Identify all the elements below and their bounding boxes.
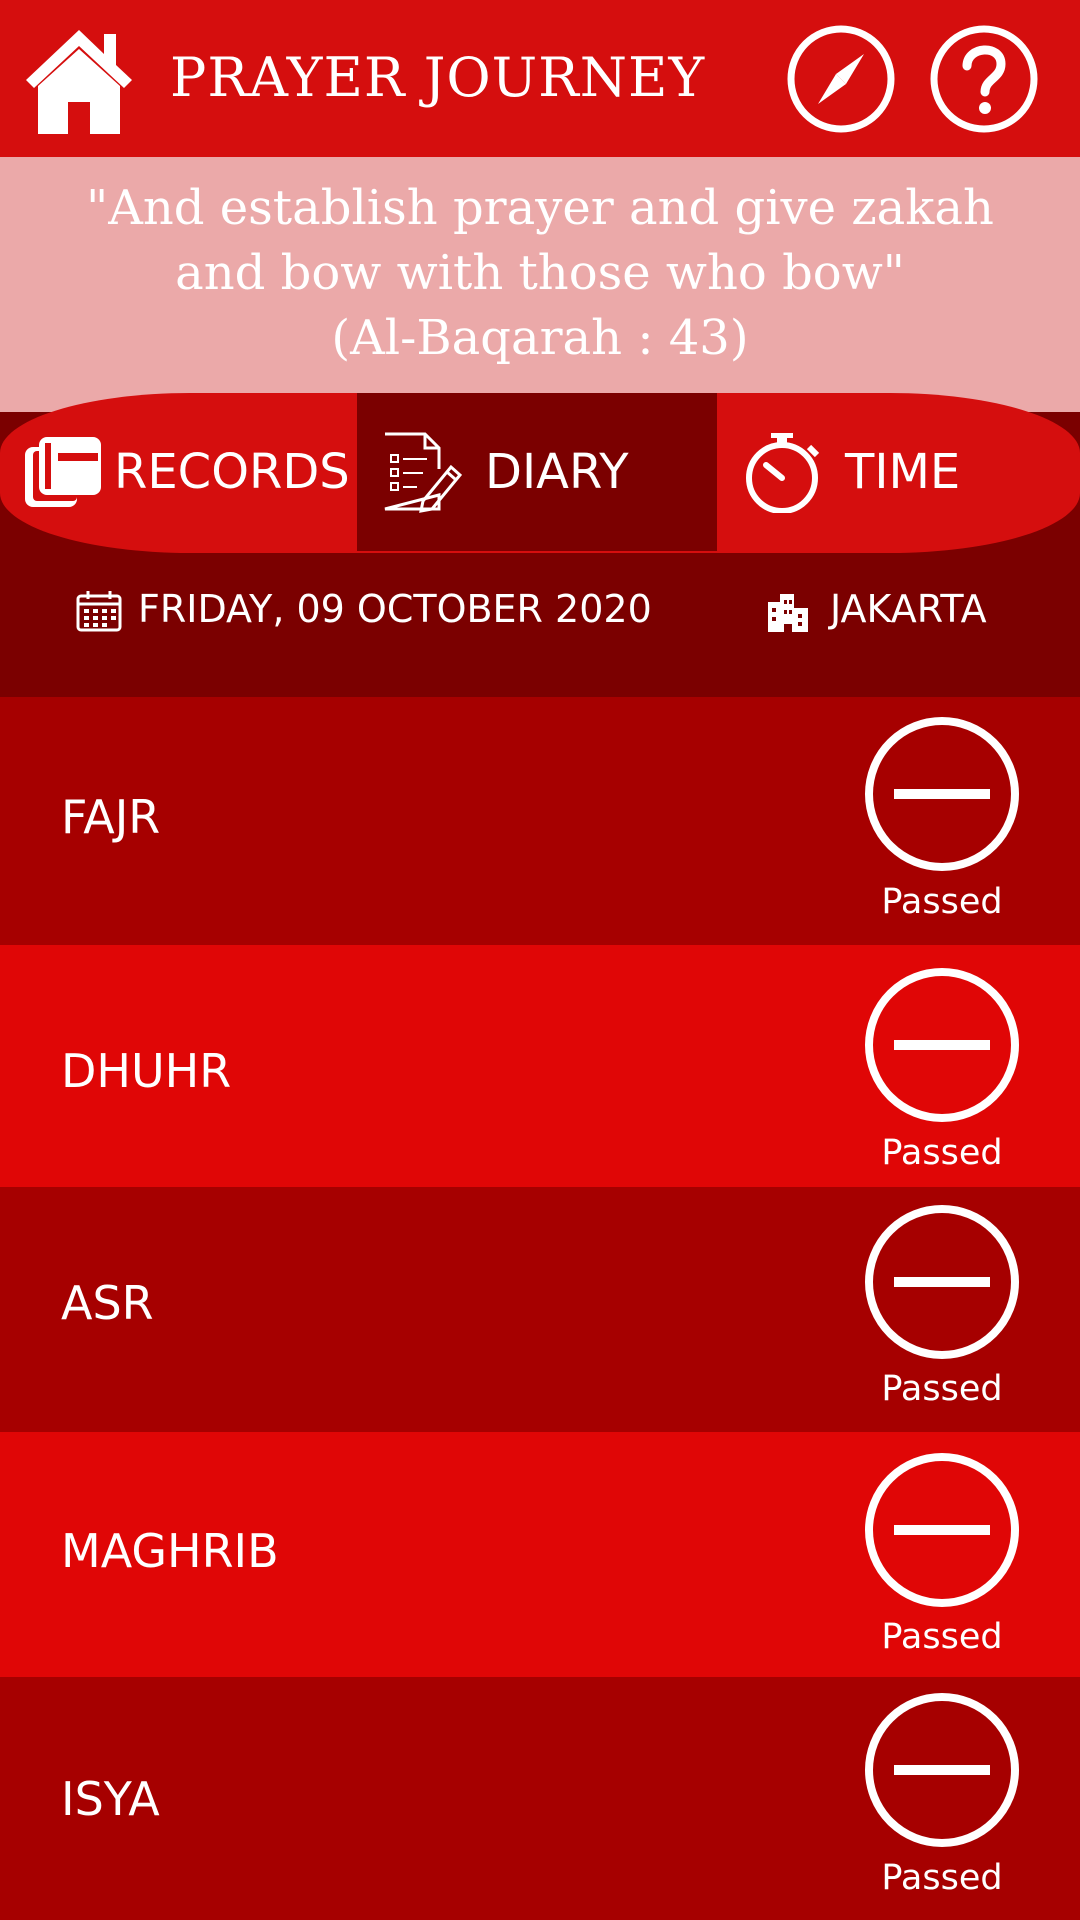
prayer-name: ASR [61, 1276, 154, 1330]
tab-records[interactable]: RECORDS [0, 393, 357, 551]
compass-icon [787, 25, 895, 133]
verse-reference: (Al-Baqarah : 43) [331, 310, 749, 366]
prayer-name: MAGHRIB [61, 1524, 279, 1578]
current-date: FRIDAY, 09 OCTOBER 2020 [138, 587, 652, 631]
checklist-pencil-icon [384, 432, 463, 513]
city-buildings-icon [768, 594, 808, 632]
status-label: Passed [881, 1133, 1003, 1173]
status-passed-icon[interactable] [864, 967, 1020, 1123]
tab-diary-label: DIARY [485, 444, 629, 500]
help-icon [930, 25, 1038, 133]
home-icon [26, 30, 132, 134]
help-button[interactable] [929, 24, 1039, 134]
prayer-row-maghrib: MAGHRIB Passed [0, 1432, 1080, 1677]
compass-button[interactable] [786, 24, 896, 134]
prayer-list: FAJR Passed DHUHR Passed ASR Passed MAGH… [0, 697, 1080, 1920]
status-passed-icon[interactable] [864, 716, 1020, 872]
prayer-name: DHUHR [61, 1044, 232, 1098]
current-city: JAKARTA [830, 587, 987, 631]
prayer-row-fajr: FAJR Passed [0, 697, 1080, 945]
tab-time-label: TIME [845, 444, 961, 500]
verse-line-2: and bow with those who bow" [175, 245, 905, 301]
calendar-icon [76, 591, 122, 632]
prayer-name: ISYA [61, 1772, 160, 1826]
tab-records-label: RECORDS [114, 444, 350, 500]
prayer-row-asr: ASR Passed [0, 1187, 1080, 1432]
status-label: Passed [881, 1858, 1003, 1898]
book-stack-icon [25, 437, 101, 507]
app-header: PRAYER JOURNEY [0, 0, 1080, 157]
tab-time[interactable]: TIME [717, 393, 1080, 551]
home-button[interactable] [24, 26, 134, 136]
verse-banner: "And establish prayer and give zakah and… [0, 157, 1080, 412]
verse-line-1: "And establish prayer and give zakah [86, 180, 994, 236]
status-passed-icon[interactable] [864, 1692, 1020, 1848]
prayer-name: FAJR [61, 790, 161, 844]
status-label: Passed [881, 1617, 1003, 1657]
status-label: Passed [881, 1369, 1003, 1409]
status-label: Passed [881, 882, 1003, 922]
status-passed-icon[interactable] [864, 1204, 1020, 1360]
prayer-row-isya: ISYA Passed [0, 1677, 1080, 1920]
stopwatch-icon [746, 433, 820, 513]
date-location-row: FRIDAY, 09 OCTOBER 2020 JAKARTA [0, 570, 1080, 650]
tab-diary[interactable]: DIARY [357, 393, 717, 551]
status-passed-icon[interactable] [864, 1452, 1020, 1608]
app-title: PRAYER JOURNEY [170, 46, 706, 109]
prayer-row-dhuhr: DHUHR Passed [0, 945, 1080, 1187]
